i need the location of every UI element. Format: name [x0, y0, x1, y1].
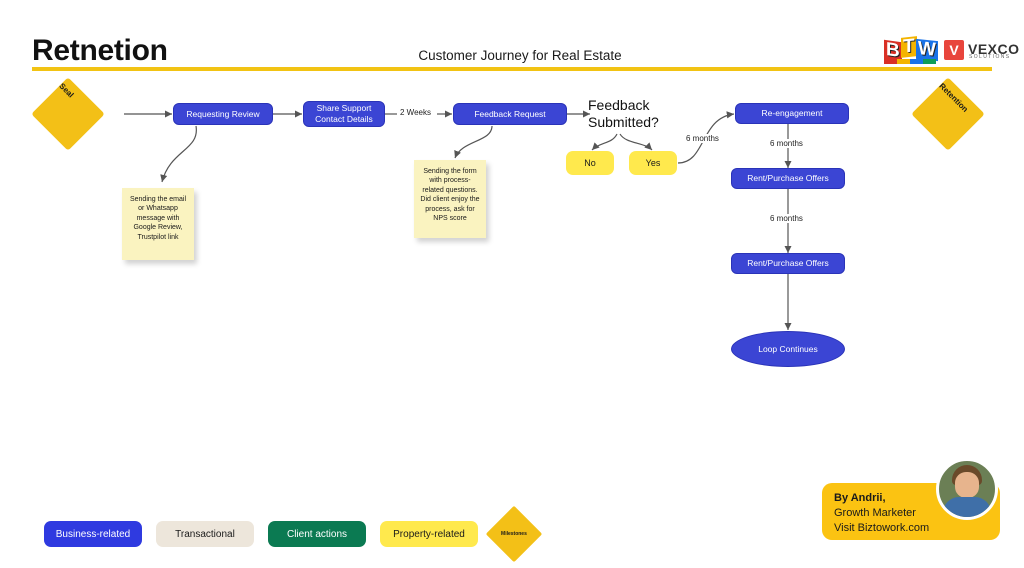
node-rent-purchase-offers-1-label: Rent/Purchase Offers — [747, 173, 829, 183]
node-requesting-review-label: Requesting Review — [186, 108, 260, 119]
decision-line-2: Submitted? — [588, 114, 659, 130]
legend-item-business-related[interactable]: Business-related — [44, 521, 142, 547]
node-feedback-request[interactable]: Feedback Request — [453, 103, 567, 125]
note-feedback-form: Sending the form with process-related qu… — [414, 160, 486, 238]
legend-item-client-actions[interactable]: Client actions — [268, 521, 366, 547]
edge-label-six-months-yes: 6 months — [684, 134, 721, 143]
milestone-seal-label: Seal — [57, 81, 76, 100]
node-share-support-contact-details-label: Share Support Contact Details — [315, 103, 373, 124]
legend-item-property-related[interactable]: Property-related — [380, 521, 478, 547]
decision-option-no[interactable]: No — [566, 151, 614, 175]
author-avatar — [936, 458, 998, 520]
legend-item-property-related-label: Property-related — [393, 528, 465, 540]
node-share-support-contact-details[interactable]: Share Support Contact Details — [303, 101, 385, 127]
decision-option-yes[interactable]: Yes — [629, 151, 677, 175]
node-rent-purchase-offers-1[interactable]: Rent/Purchase Offers — [731, 168, 845, 189]
edge-label-two-weeks: 2 Weeks — [398, 108, 433, 117]
node-feedback-request-label: Feedback Request — [474, 108, 546, 119]
node-re-engagement[interactable]: Re-engagement — [735, 103, 849, 124]
note-review-channels: Sending the email or Whatsapp message wi… — [122, 188, 194, 260]
decision-feedback-submitted: Feedback Submitted? — [588, 97, 698, 131]
edge-label-six-months-1: 6 months — [768, 139, 805, 148]
node-re-engagement-label: Re-engagement — [761, 108, 823, 118]
legend-item-client-actions-label: Client actions — [286, 528, 348, 540]
node-loop-continues[interactable]: Loop Continues — [731, 331, 845, 367]
author-site: Visit Biztowork.com — [834, 522, 930, 534]
node-rent-purchase-offers-2-label: Rent/Purchase Offers — [747, 258, 829, 268]
node-requesting-review[interactable]: Requesting Review — [173, 103, 273, 125]
decision-line-1: Feedback — [588, 97, 650, 113]
node-loop-continues-label: Loop Continues — [758, 343, 818, 354]
legend-item-transactional[interactable]: Transactional — [156, 521, 254, 547]
edge-label-six-months-2: 6 months — [768, 214, 805, 223]
legend-item-business-related-label: Business-related — [55, 528, 131, 540]
diagram-canvas: Retnetion Customer Journey for Real Esta… — [0, 0, 1024, 568]
decision-option-no-label: No — [584, 158, 596, 168]
node-rent-purchase-offers-2[interactable]: Rent/Purchase Offers — [731, 253, 845, 274]
decision-option-yes-label: Yes — [645, 158, 661, 168]
legend-item-milestones-label: Milestones — [501, 531, 527, 537]
legend-item-transactional-label: Transactional — [175, 528, 235, 540]
